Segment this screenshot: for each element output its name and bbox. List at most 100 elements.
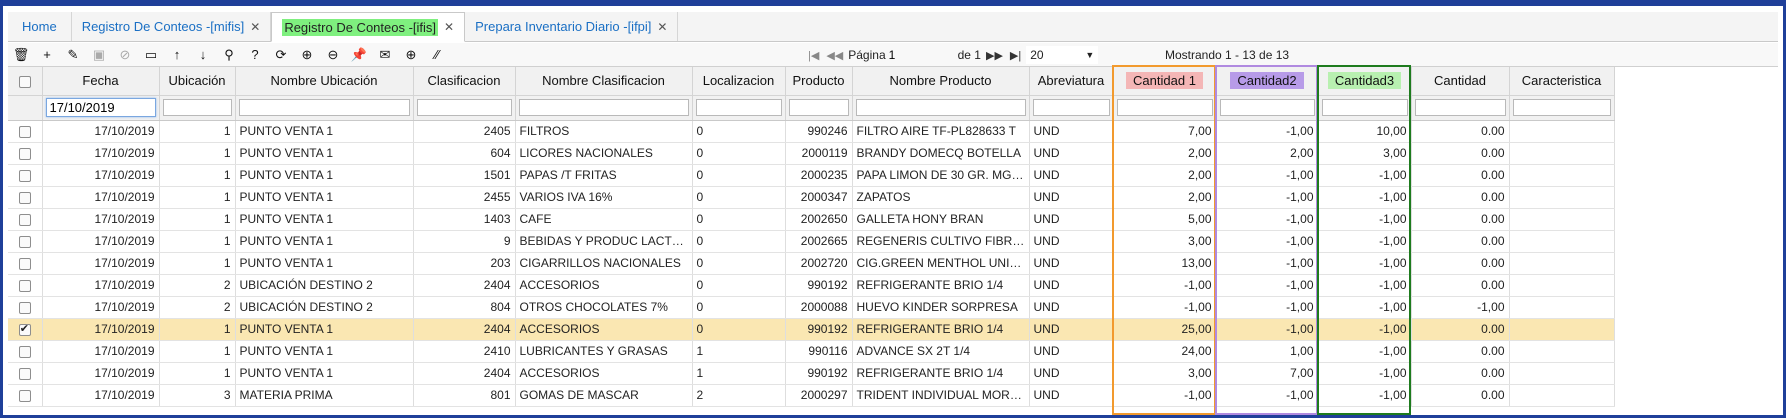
last-page-button[interactable]: ▶| (1008, 49, 1023, 62)
prev-page-button[interactable]: ◀◀ (824, 49, 845, 62)
header-nombre_clasificacion[interactable]: Nombre Clasificacion (515, 67, 693, 96)
row-select-cell (8, 208, 43, 231)
filter-clasificacion-input[interactable] (416, 99, 512, 116)
filter-nombre_ubicacion-input[interactable] (238, 99, 410, 116)
tab-0[interactable]: Home (8, 12, 72, 41)
header-cantidad1[interactable]: Cantidad 1 (1113, 67, 1217, 96)
row-checkbox[interactable] (18, 279, 31, 292)
table-row[interactable]: 17/10/2019 1 PUNTO VENTA 1 9 BEBIDAS Y PRODU… (8, 230, 1615, 253)
header-cantidad3[interactable]: Cantidad3 (1318, 67, 1412, 96)
header-caracteristica[interactable]: Caracteristica (1509, 67, 1615, 96)
next-page-button[interactable]: ▶▶ (984, 49, 1005, 62)
table-row[interactable]: 17/10/2019 1 PUNTO VENTA 1 2405 FILTROS 0 9902… (8, 120, 1615, 143)
filter-caracteristica-input[interactable] (1512, 99, 1611, 116)
header-ubicacion[interactable]: Ubicación (159, 67, 236, 96)
filter-cantidad1-input[interactable] (1116, 99, 1213, 116)
zoom-out-icon[interactable]: ⊖ (320, 44, 346, 66)
header-sel[interactable] (8, 67, 43, 96)
chevron-down-icon: ▼ (1085, 50, 1095, 60)
tab-1[interactable]: Registro De Conteos -[mifis] ✕ (71, 12, 272, 41)
cell-abreviatura: UND (1029, 362, 1114, 385)
table-row[interactable]: 17/10/2019 1 PUNTO VENTA 1 203 CIGARRILLOS N… (8, 252, 1615, 275)
page-size-select[interactable]: 20 ▼ (1026, 46, 1099, 64)
pin-icon[interactable]: 📌 (346, 44, 372, 66)
row-checkbox[interactable] (18, 367, 31, 380)
filter-cantidad2-input[interactable] (1219, 99, 1315, 116)
table-row[interactable]: 17/10/2019 2 UBICACIÓN DESTINO 2 2404 ACCESO… (8, 274, 1615, 297)
row-checkbox[interactable] (18, 301, 31, 314)
close-icon[interactable]: ✕ (657, 20, 667, 34)
filter-abreviatura-input[interactable] (1032, 99, 1110, 116)
row-checkbox[interactable] (18, 235, 31, 248)
row-checkbox[interactable] (18, 213, 31, 226)
table-row[interactable]: 17/10/2019 2 UBICACIÓN DESTINO 2 804 OTROS C… (8, 296, 1615, 319)
row-checkbox[interactable] (18, 147, 31, 160)
search-icon[interactable]: ⚲ (216, 44, 242, 66)
row-checkbox[interactable] (18, 169, 31, 182)
header-nombre_producto[interactable]: Nombre Producto (852, 67, 1030, 96)
filter-cantidad3-input[interactable] (1321, 99, 1408, 116)
table-row[interactable]: 17/10/2019 1 PUNTO VENTA 1 2455 VARIOS IVA 1… (8, 186, 1615, 209)
header-cantidad[interactable]: Cantidad (1411, 67, 1510, 96)
trash-icon[interactable]: 🗑 (8, 44, 34, 66)
row-checkbox[interactable] (18, 345, 31, 358)
header-cantidad2[interactable]: Cantidad2 (1216, 67, 1319, 96)
filter-localizacion-input[interactable] (695, 99, 782, 116)
table-row[interactable]: 17/10/2019 1 PUNTO VENTA 1 1501 PAPAS /T FRI… (8, 164, 1615, 187)
header-fecha[interactable]: Fecha (42, 67, 160, 96)
filter-cell-producto (785, 95, 853, 121)
close-icon[interactable]: ✕ (250, 20, 260, 34)
filter-fecha-input[interactable] (45, 98, 156, 117)
row-checkbox[interactable] (18, 257, 31, 270)
arrow-down-icon[interactable]: ↓ (190, 44, 216, 66)
filter-nombre_producto-input[interactable] (855, 99, 1026, 116)
filter-cell-nombre_ubicacion (235, 95, 414, 121)
filter-ubicacion-input[interactable] (162, 99, 232, 116)
header-localizacion[interactable]: Localizacion (692, 67, 786, 96)
cell-cantidad2: 7,00 (1216, 362, 1319, 385)
cancel-icon[interactable]: ⊘ (112, 44, 138, 66)
cell-cantidad1: -1,00 (1113, 384, 1217, 407)
first-page-button[interactable]: |◀ (806, 49, 821, 62)
row-checkbox[interactable] (18, 191, 31, 204)
header-label: Caracteristica (1521, 73, 1602, 89)
table-row[interactable]: 17/10/2019 1 PUNTO VENTA 1 2410 LUBRICANTES … (8, 340, 1615, 363)
header-clasificacion[interactable]: Clasificacion (413, 67, 516, 96)
table-row[interactable]: 17/10/2019 3 MATERIA PRIMA 801 GOMAS DE MASC… (8, 384, 1615, 407)
header-nombre_ubicacion[interactable]: Nombre Ubicación (235, 67, 414, 96)
row-checkbox[interactable] (18, 125, 31, 138)
table-row[interactable]: 17/10/2019 1 PUNTO VENTA 1 2404 ACCESORIOS 1 9… (8, 362, 1615, 385)
table-row[interactable]: 17/10/2019 1 PUNTO VENTA 1 604 LICORES NACIO… (8, 142, 1615, 165)
row-checkbox[interactable] (18, 322, 31, 336)
header-producto[interactable]: Producto (785, 67, 853, 96)
filter-cantidad-input[interactable] (1414, 99, 1506, 116)
tab-2[interactable]: Registro De Conteos -[ifis] ✕ (271, 12, 466, 42)
comment-icon[interactable]: ▭ (138, 44, 164, 66)
tab-label: Registro De Conteos -[mifis] (81, 19, 245, 34)
page-input[interactable] (888, 46, 955, 64)
filter-nombre_clasificacion-input[interactable] (518, 99, 689, 116)
header-abreviatura[interactable]: Abreviatura (1029, 67, 1114, 96)
save-icon[interactable]: ▣ (86, 44, 112, 66)
email-icon[interactable]: ✉ (372, 44, 398, 66)
cell-clasificacion: 2404 (413, 362, 516, 385)
cell-cantidad2: -1,00 (1216, 186, 1319, 209)
cell-cantidad1: 13,00 (1113, 252, 1217, 275)
close-icon[interactable]: ✕ (444, 20, 454, 34)
filter-producto-input[interactable] (788, 99, 849, 116)
row-checkbox[interactable] (18, 389, 31, 402)
cell-cantidad1: 3,00 (1113, 230, 1217, 253)
pencil-icon[interactable]: ✎ (60, 44, 86, 66)
zoom-in-icon[interactable]: ⊕ (294, 44, 320, 66)
table-row[interactable]: 17/10/2019 1 PUNTO VENTA 1 1403 CAFE 0 2002650… (8, 208, 1615, 231)
table-row[interactable]: 17/10/20191PUNTO VENTA 12404ACCESORIOS09… (8, 318, 1615, 341)
plus-icon[interactable]: + (34, 44, 60, 66)
help-icon[interactable]: ? (242, 44, 268, 66)
arrow-up-icon[interactable]: ↑ (164, 44, 190, 66)
tab-3[interactable]: Prepara Inventario Diario -[ifpi] ✕ (465, 12, 679, 41)
cell-cantidad2: -1,00 (1216, 318, 1319, 341)
select-all-checkbox[interactable] (18, 75, 31, 88)
refresh-icon[interactable]: ⟳ (268, 44, 294, 66)
plus-circle-icon[interactable]: ⊕ (398, 44, 424, 66)
resize-icon[interactable]: ⁄⁄ (424, 44, 450, 66)
